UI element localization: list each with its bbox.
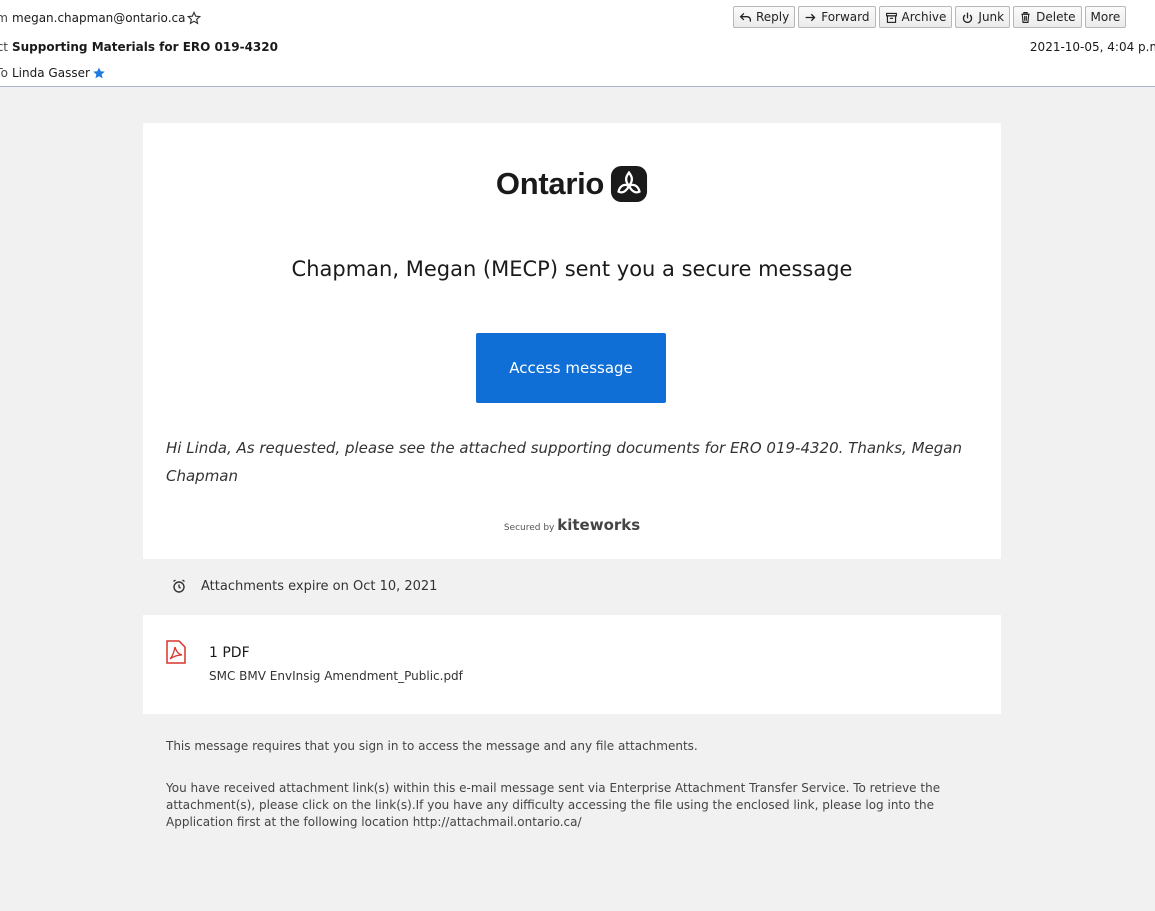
- archive-icon: [885, 12, 897, 23]
- message-date: 2021-10-05, 4:04 p.m.: [1029, 40, 1155, 54]
- to-row: To Linda Gasser: [0, 66, 106, 80]
- message-headline: Chapman, Megan (MECP) sent you a secure …: [291, 257, 853, 281]
- secured-by-kiteworks: Secured by kiteworks: [143, 516, 1001, 534]
- attachment-filename[interactable]: SMC BMV EnvInsig Amendment_Public.pdf: [209, 669, 463, 683]
- from-row: From megan.chapman@ontario.ca: [0, 11, 202, 25]
- subject-text: Supporting Materials for ERO 019-4320: [12, 40, 278, 54]
- attachment-count: 1 PDF: [209, 645, 250, 661]
- subject-row: Subject Supporting Materials for ERO 019…: [0, 40, 278, 54]
- alarm-clock-icon: [173, 579, 185, 593]
- transfer-service-notice: You have received attachment link(s) wit…: [166, 781, 941, 829]
- attachment-expiry: Attachments expire on Oct 10, 2021: [171, 578, 437, 594]
- reply-icon: [739, 12, 752, 22]
- forward-icon: [805, 13, 816, 21]
- forward-button[interactable]: Forward: [798, 6, 876, 28]
- ontario-trillium-icon: [611, 165, 648, 203]
- message-note: Hi Linda, As requested, please see the a…: [166, 439, 962, 485]
- junk-label: Junk: [978, 10, 1005, 24]
- kiteworks-brand: kiteworks: [557, 516, 641, 534]
- more-button[interactable]: More: [1084, 6, 1127, 28]
- access-message-button[interactable]: Access message: [476, 333, 666, 403]
- more-label: More: [1090, 10, 1121, 24]
- delete-icon: [1021, 11, 1030, 23]
- secured-prefix: Secured by: [503, 523, 555, 533]
- logo-text: Ontario: [495, 166, 605, 201]
- star-outline-icon[interactable]: [187, 11, 202, 25]
- archive-label: Archive: [901, 10, 947, 24]
- delete-button[interactable]: Delete: [1013, 6, 1082, 28]
- ontario-logo: Ontario: [143, 165, 1001, 203]
- email-header: From megan.chapman@ontario.ca Subject Su…: [0, 0, 1155, 87]
- pdf-file-icon: [166, 640, 186, 664]
- secure-message-card: Ontario Chapman, Megan (MECP) sent you a…: [143, 123, 1001, 559]
- subject-label: Subject: [0, 40, 8, 54]
- forward-label: Forward: [821, 10, 870, 24]
- reply-label: Reply: [756, 10, 790, 24]
- attachment-card[interactable]: 1 PDF SMC BMV EnvInsig Amendment_Public.…: [143, 615, 1001, 714]
- delete-label: Delete: [1036, 10, 1076, 24]
- to-label: To: [0, 66, 8, 80]
- archive-button[interactable]: Archive: [878, 6, 953, 28]
- reply-button[interactable]: Reply: [733, 6, 796, 28]
- from-label: From: [0, 11, 8, 25]
- expiry-text: Attachments expire on Oct 10, 2021: [201, 578, 438, 594]
- junk-icon: [963, 12, 973, 23]
- from-address[interactable]: megan.chapman@ontario.ca: [12, 11, 185, 25]
- junk-button[interactable]: Junk: [955, 6, 1011, 28]
- to-recipient[interactable]: Linda Gasser: [12, 66, 90, 80]
- signin-notice: This message requires that you sign in t…: [166, 739, 698, 753]
- message-toolbar: Reply Forward Archive Junk Delete More: [733, 6, 1127, 28]
- star-filled-icon[interactable]: [92, 66, 106, 80]
